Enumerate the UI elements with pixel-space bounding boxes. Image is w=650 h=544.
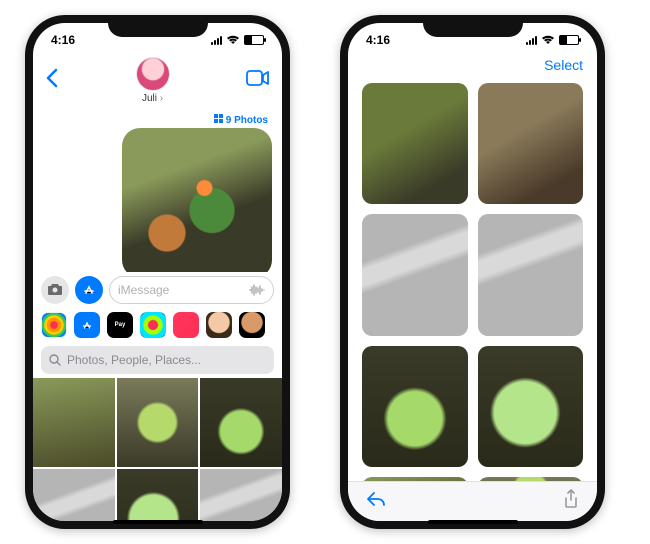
photo-thumb[interactable] [117, 378, 199, 468]
phone-left-frame: 4:16 Juli 9 Photos [25, 15, 290, 529]
app-memoji-2[interactable] [239, 312, 265, 338]
facetime-button[interactable] [246, 70, 270, 91]
status-right [211, 35, 264, 45]
stack-photo[interactable] [362, 346, 468, 467]
stack-photo[interactable] [362, 214, 468, 335]
app-memoji-1[interactable] [206, 312, 232, 338]
photo-search[interactable]: Photos, People, Places... [41, 346, 274, 374]
stack-grid[interactable] [348, 77, 597, 481]
battery-icon [559, 35, 579, 45]
cellular-icon [211, 35, 222, 45]
messages-screen: 4:16 Juli 9 Photos [33, 23, 282, 521]
photo-thumb[interactable] [33, 378, 115, 468]
stack-photo[interactable] [478, 83, 584, 204]
photo-thumb[interactable] [200, 469, 282, 521]
app-store-icon [82, 283, 96, 297]
app-apple-pay[interactable]: Pay [107, 312, 133, 338]
contact-header[interactable]: Juli [136, 57, 170, 104]
photo-stack-bubble[interactable] [122, 128, 272, 272]
notch [423, 15, 523, 37]
app-store[interactable] [74, 312, 100, 338]
apps-button[interactable] [75, 276, 103, 304]
status-time: 4:16 [366, 33, 390, 47]
photo-picker-grid[interactable] [33, 378, 282, 522]
compose-bar: iMessage [33, 272, 282, 308]
app-music[interactable] [173, 312, 199, 338]
wifi-icon [541, 35, 555, 45]
photo-stack-detail-screen: 4:16 Select [348, 23, 597, 521]
phone-right-frame: 4:16 Select [340, 15, 605, 529]
app-store-icon [81, 319, 93, 331]
stack-photo[interactable] [362, 83, 468, 204]
contact-avatar [136, 57, 170, 91]
stack-toolbar [348, 481, 597, 521]
camera-icon [47, 283, 63, 296]
contact-name: Juli [136, 93, 170, 104]
home-indicator[interactable] [113, 520, 203, 524]
camera-button[interactable] [41, 276, 69, 304]
photo-thumb[interactable] [33, 469, 115, 521]
status-time: 4:16 [51, 33, 75, 47]
share-icon [563, 489, 579, 509]
app-photos[interactable] [41, 312, 67, 338]
reply-button[interactable] [366, 491, 386, 512]
app-drawer[interactable]: Pay [33, 308, 282, 344]
message-input[interactable]: iMessage [109, 276, 274, 304]
reply-icon [366, 491, 386, 507]
back-button[interactable] [45, 68, 59, 94]
cellular-icon [526, 35, 537, 45]
share-button[interactable] [563, 489, 579, 514]
status-right [526, 35, 579, 45]
home-indicator[interactable] [428, 520, 518, 524]
wifi-icon [226, 35, 240, 45]
photo-thumb[interactable] [117, 469, 199, 521]
notch [108, 15, 208, 37]
stack-detail-header: Select [348, 57, 597, 77]
conversation-header: Juli [33, 57, 282, 110]
stack-photo[interactable] [478, 214, 584, 335]
message-area [33, 128, 282, 272]
photo-thumb[interactable] [200, 378, 282, 468]
message-placeholder: iMessage [118, 283, 169, 297]
battery-icon [244, 35, 264, 45]
stack-photo[interactable] [478, 346, 584, 467]
search-placeholder: Photos, People, Places... [67, 353, 201, 367]
select-button[interactable]: Select [544, 57, 583, 73]
audio-message-icon [249, 284, 265, 296]
search-icon [49, 354, 61, 366]
photo-stack-count[interactable]: 9 Photos [33, 110, 282, 128]
grid-icon [214, 114, 223, 123]
app-fitness[interactable] [140, 312, 166, 338]
